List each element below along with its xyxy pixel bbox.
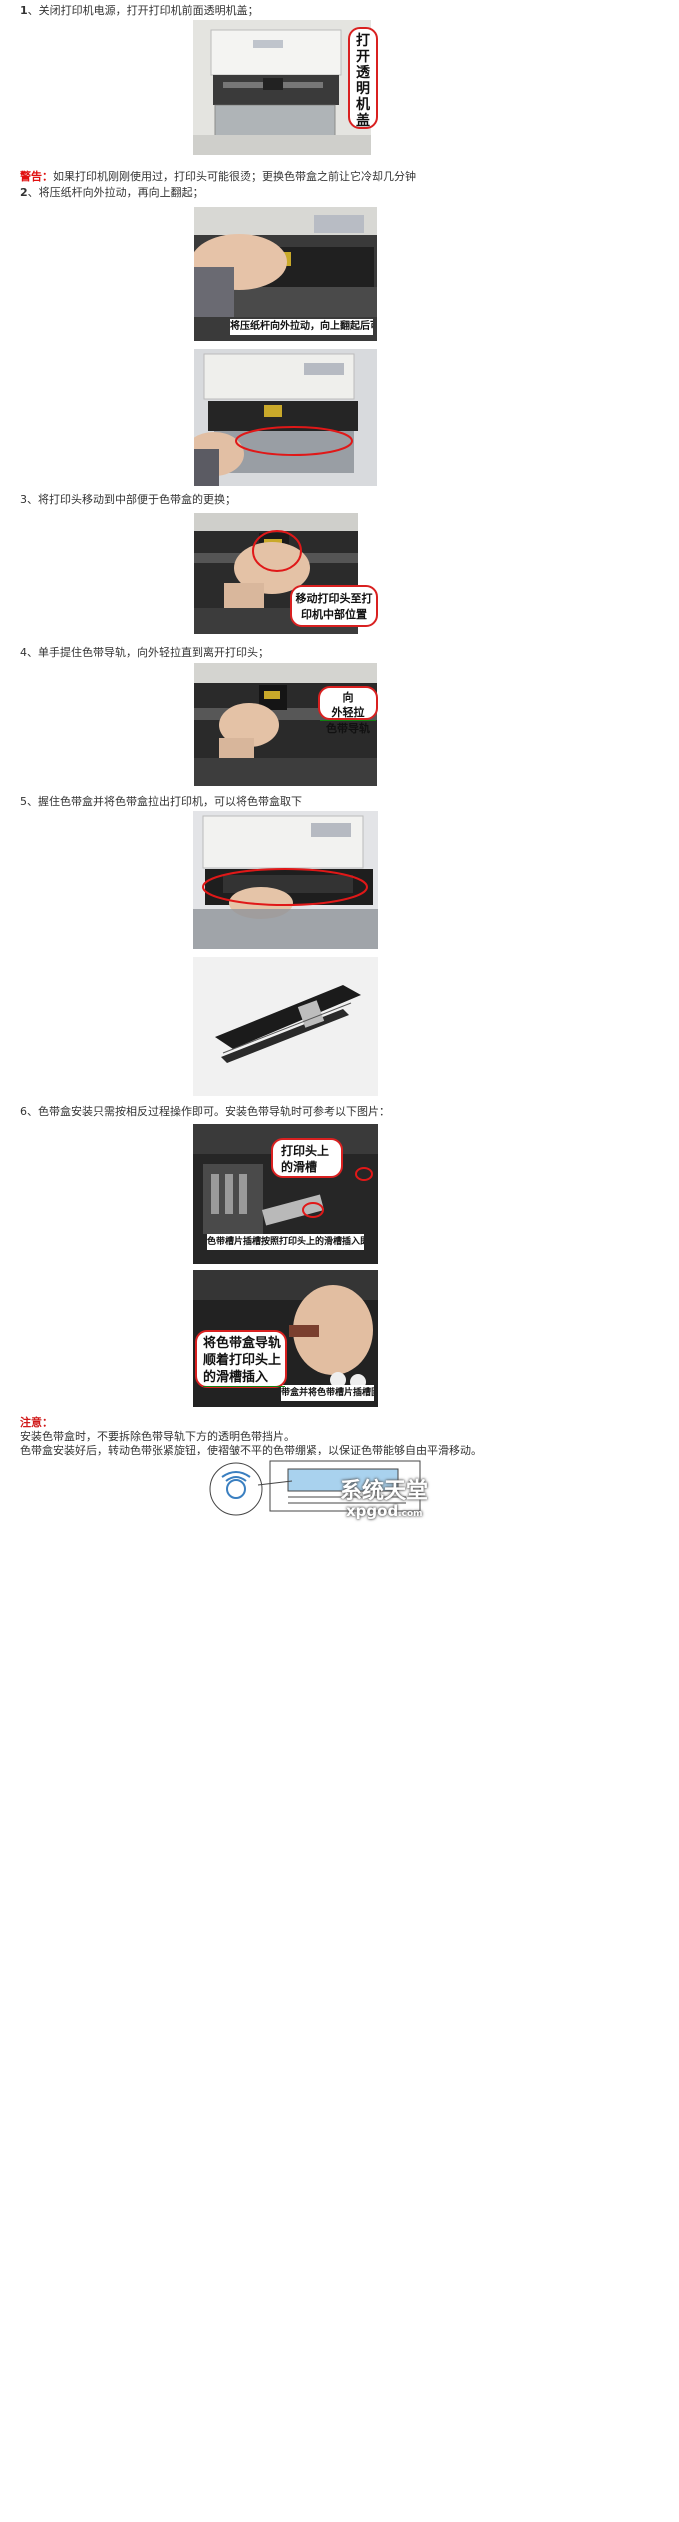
callout-pull-guide-line2: 色带导轨 xyxy=(326,722,370,735)
callout-move-head-line: 移动打印头至打 xyxy=(295,592,373,605)
callout-insert-line1: 将色带盒导轨 xyxy=(203,1336,282,1351)
step-4-text: 4、单手提住色带导轨，向外轻拉直到离开打印头； xyxy=(20,646,269,659)
photo-ribbon-cartridge xyxy=(193,957,378,1096)
step-6-text: 6、色带盒安装只需按相反过程操作即可。安装色带导轨时可参考以下图片： xyxy=(20,1105,390,1118)
callout-pull-guide-prefix: 向 xyxy=(342,691,354,704)
callout-pull-guide-underlined: 外轻拉 xyxy=(320,705,376,721)
caption-lever: 将压纸杆向外拉动，向上翻起后可以立起 xyxy=(230,319,373,335)
step-5-text: 5、握住色带盒并将色带盒拉出打印机，可以将色带盒取下 xyxy=(20,795,302,808)
watermark-site-name: 系统天堂 xyxy=(340,1479,429,1504)
callout-open-cover-char: 开 xyxy=(356,49,370,65)
callout-head-slot-line: 打印头上 xyxy=(281,1144,330,1158)
watermark-logo-text: xpgod.com xyxy=(346,1503,423,1522)
step-1-text: 1、关闭打印机电源，打开打印机前面透明机盖； xyxy=(20,4,259,18)
photo-lift-paper-lever: 将压纸杆向外拉动，向上翻起后可以立起 xyxy=(194,207,377,341)
step-2-text: 2、将压纸杆向外拉动，再向上翻起； xyxy=(20,186,204,200)
warning-text: 如果打印机刚刚使用过，打印头可能很烫；更换色带盒之前让它冷却几分钟 xyxy=(53,170,416,183)
note-line-1: 安装色带盒时，不要拆除色带导轨下方的透明色带挡片。 xyxy=(20,1430,295,1443)
callout-pull-guide: 向外轻拉 色带导轨 xyxy=(318,686,378,735)
note-label-text: 注意： xyxy=(20,1416,53,1429)
caption-guide-fixed: 带盒并将色带槽片插槽固定在打印头上 xyxy=(281,1385,374,1401)
callout-insert-line2: 顺着打印头上 xyxy=(203,1353,282,1368)
step-2-number: 2 xyxy=(20,186,28,199)
callout-open-cover: 打 开 透 明 机 盖 xyxy=(348,27,378,129)
callout-pull-guide-line1: 向外轻拉 xyxy=(320,690,376,721)
callout-insert-line3: 的滑槽插入 xyxy=(203,1369,285,1387)
callout-move-head-line: 印机中部位置 xyxy=(301,608,367,621)
step-2-body: 、将压纸杆向外拉动，再向上翻起； xyxy=(27,186,204,199)
step-1-body: 、关闭打印机电源，打开打印机前面透明机盖； xyxy=(27,4,259,17)
photo-remove-cartridge xyxy=(193,811,378,949)
note-label: 注意： xyxy=(20,1416,53,1430)
step-3-text: 3、将打印头移动到中部便于色带盒的更换； xyxy=(20,493,236,506)
watermark-domain: .com xyxy=(398,1509,423,1519)
caption-guide-pins: 色带槽片插槽按照打印头上的滑槽插入即可 xyxy=(207,1234,364,1250)
callout-open-cover-char: 盖 xyxy=(356,113,370,129)
warning-label: 警告： xyxy=(20,170,53,183)
callout-open-cover-char: 打 xyxy=(356,33,370,49)
step-1-number: 1 xyxy=(20,4,28,17)
callout-head-slot: 打印头上 的滑槽 xyxy=(271,1138,343,1178)
callout-move-head: 移动打印头至打 印机中部位置 xyxy=(290,585,378,627)
watermark-sub: xpgod xyxy=(346,1502,399,1520)
callout-open-cover-char: 机 xyxy=(356,97,370,113)
callout-open-cover-char: 明 xyxy=(356,81,370,97)
photo-printer-open-cover xyxy=(193,20,371,155)
photo-lever-raised xyxy=(194,349,377,486)
warning-line: 警告：如果打印机刚刚使用过，打印头可能很烫；更换色带盒之前让它冷却几分钟 xyxy=(20,170,416,184)
callout-insert-underlined: 的滑槽插入 xyxy=(203,1369,285,1387)
callout-insert: 将色带盒导轨 顺着打印头上 的滑槽插入 xyxy=(195,1330,287,1388)
callout-open-cover-char: 透 xyxy=(356,65,370,81)
callout-head-slot-line: 的滑槽 xyxy=(281,1160,318,1174)
